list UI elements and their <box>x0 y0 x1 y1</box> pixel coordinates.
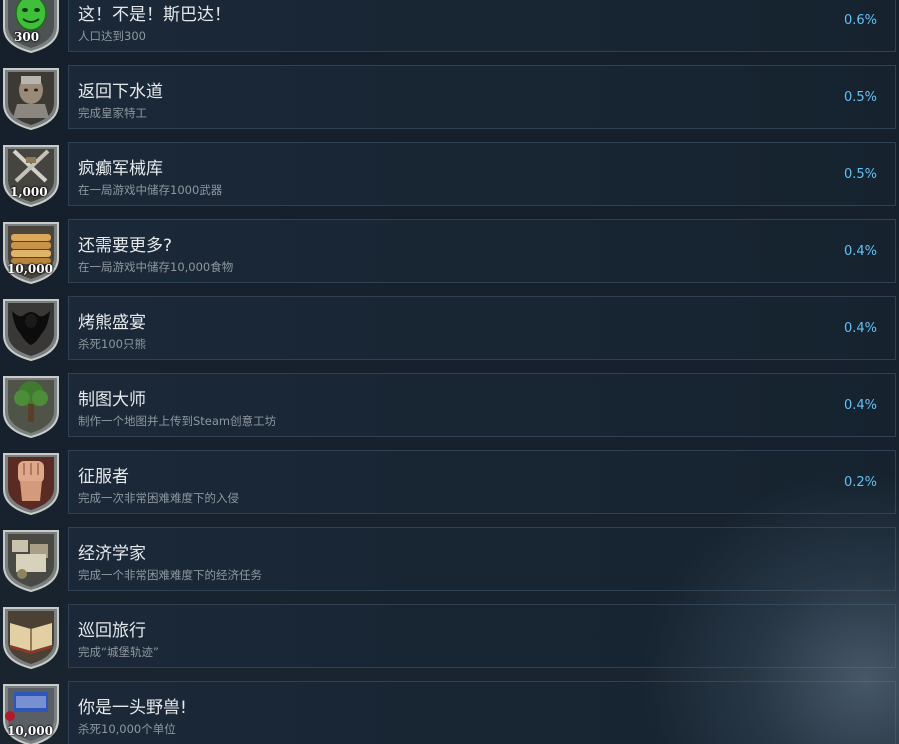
achievement-card: 还需要更多? 在一局游戏中储存10,000食物 0.4% <box>68 219 896 283</box>
achievement-unlock-percent: 0.5% <box>843 167 877 182</box>
achievement-card: 返回下水道 完成皇家特工 0.5% <box>68 65 896 129</box>
goods-pile-icon <box>0 528 62 592</box>
achievement-row[interactable]: 还需要更多? 在一局游戏中储存10,000食物 0.4% 10,000 <box>0 219 899 285</box>
achievement-title: 疯癫军械库 <box>78 159 163 179</box>
achievement-title: 巡回旅行 <box>78 621 146 641</box>
achievement-row[interactable]: 你是一头野兽! 杀死10,000个单位 10,000 <box>0 681 899 744</box>
achievement-row[interactable]: 制图大师 制作一个地图并上传到Steam创意工坊 0.4% <box>0 373 899 439</box>
achievement-unlock-percent: 0.2% <box>843 475 877 490</box>
achievement-card: 征服者 完成一次非常困难难度下的入侵 0.2% <box>68 450 896 514</box>
achievement-row[interactable]: 征服者 完成一次非常困难难度下的入侵 0.2% <box>0 450 899 516</box>
achievement-description: 杀死100只熊 <box>78 337 146 351</box>
achievement-badge-number: 1,000 <box>10 185 48 199</box>
achievement-title: 这！不是！斯巴达！ <box>78 5 231 25</box>
achievement-description: 完成皇家特工 <box>78 106 147 120</box>
achievement-card: 制图大师 制作一个地图并上传到Steam创意工坊 0.4% <box>68 373 896 437</box>
achievement-description: 完成“城堡轨迹” <box>78 645 159 659</box>
achievement-card: 这！不是！斯巴达！ 人口达到300 0.6% <box>68 0 896 52</box>
achievement-card: 烤熊盛宴 杀死100只熊 0.4% <box>68 296 896 360</box>
tree-icon <box>0 374 62 438</box>
achievement-title: 经济学家 <box>78 544 146 564</box>
achievement-row[interactable]: 返回下水道 完成皇家特工 0.5% <box>0 65 899 131</box>
achievement-unlock-percent: 0.5% <box>843 90 877 105</box>
achievement-row[interactable]: 这！不是！斯巴达！ 人口达到300 0.6% 300 <box>0 0 899 54</box>
achievement-badge-number: 300 <box>14 30 40 44</box>
achievement-title: 还需要更多? <box>78 236 173 256</box>
achievement-unlock-percent: 0.4% <box>843 244 877 259</box>
achievement-unlock-percent: 0.4% <box>843 398 877 413</box>
achievement-row[interactable]: 巡回旅行 完成“城堡轨迹” <box>0 604 899 670</box>
achievement-description: 人口达到300 <box>78 29 146 43</box>
achievement-list: 这！不是！斯巴达！ 人口达到300 0.6% 300 返回下水道 完成皇家特工 … <box>0 0 899 744</box>
achievement-card: 巡回旅行 完成“城堡轨迹” <box>68 604 896 668</box>
achievement-title: 返回下水道 <box>78 82 163 102</box>
achievement-card: 经济学家 完成一个非常困难难度下的经济任务 <box>68 527 896 591</box>
achievement-description: 在一局游戏中储存10,000食物 <box>78 260 234 274</box>
achievement-title: 烤熊盛宴 <box>78 313 146 333</box>
knight-helmet-icon <box>0 66 62 130</box>
achievement-title: 制图大师 <box>78 390 146 410</box>
achievement-description: 完成一个非常困难难度下的经济任务 <box>78 568 262 582</box>
raised-fist-icon <box>0 451 62 515</box>
achievement-badge-number: 10,000 <box>7 262 53 276</box>
open-book-icon <box>0 605 62 669</box>
achievement-title: 征服者 <box>78 467 129 487</box>
achievement-unlock-percent: 0.4% <box>843 321 877 336</box>
achievement-description: 杀死10,000个单位 <box>78 722 176 736</box>
green-mask-icon <box>0 0 62 53</box>
achievement-unlock-percent: 0.6% <box>843 13 877 28</box>
achievement-description: 在一局游戏中储存1000武器 <box>78 183 223 197</box>
achievement-row[interactable]: 疯癫军械库 在一局游戏中储存1000武器 0.5% 1,000 <box>0 142 899 208</box>
achievement-row[interactable]: 经济学家 完成一个非常困难难度下的经济任务 <box>0 527 899 593</box>
achievement-row[interactable]: 烤熊盛宴 杀死100只熊 0.4% <box>0 296 899 362</box>
achievement-title: 你是一头野兽! <box>78 698 187 718</box>
achievement-description: 制作一个地图并上传到Steam创意工坊 <box>78 414 277 428</box>
achievement-description: 完成一次非常困难难度下的入侵 <box>78 491 239 505</box>
achievement-card: 疯癫军械库 在一局游戏中储存1000武器 0.5% <box>68 142 896 206</box>
achievement-card: 你是一头野兽! 杀死10,000个单位 <box>68 681 896 744</box>
bear-icon <box>0 297 62 361</box>
achievement-badge-number: 10,000 <box>7 724 53 738</box>
